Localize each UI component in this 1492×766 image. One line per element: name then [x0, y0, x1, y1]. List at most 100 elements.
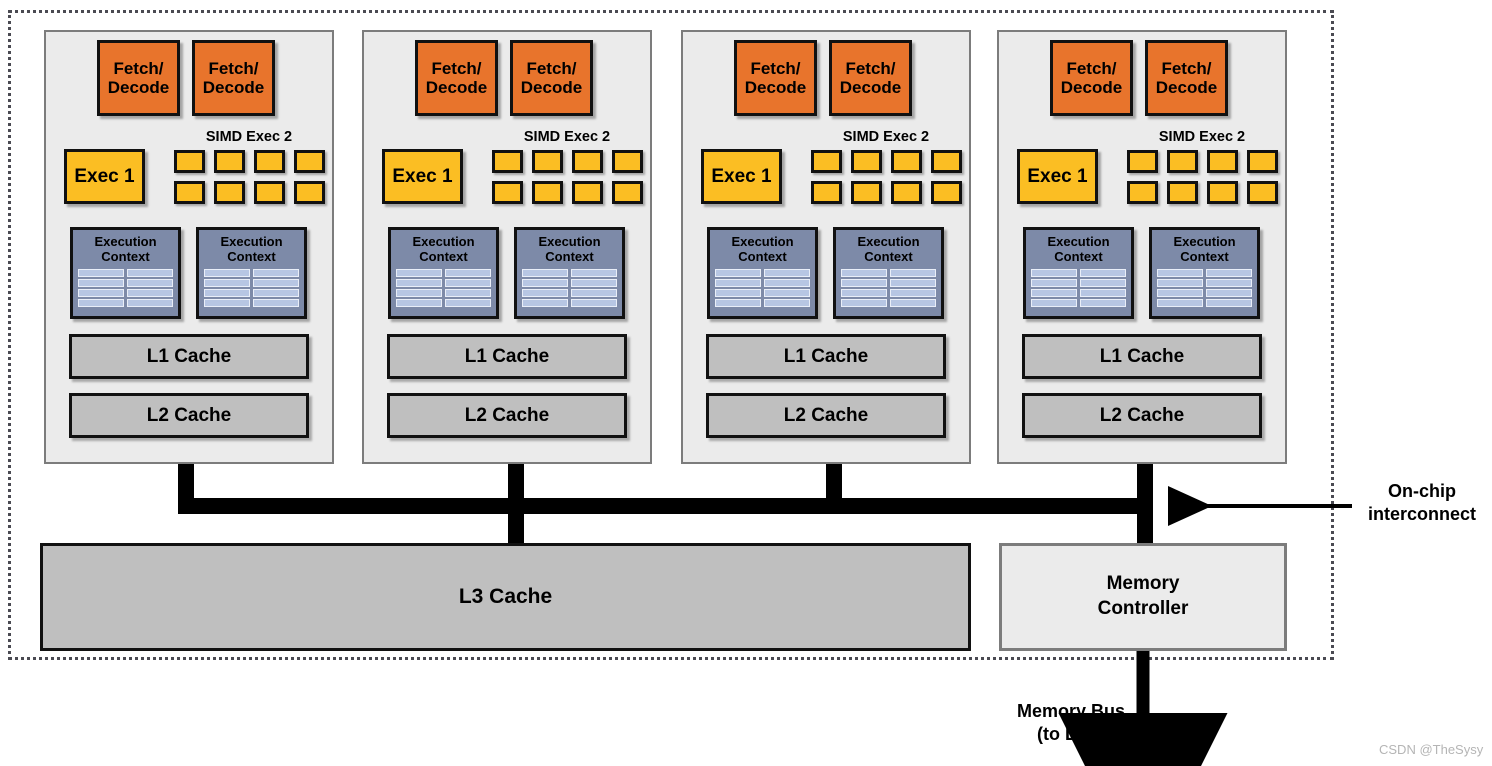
context-cell [890, 298, 936, 307]
fetch-decode-line1: Fetch/ [1161, 58, 1212, 78]
execution-context-block: Execution Context [196, 227, 307, 319]
fetch-decode-block: Fetch/ Decode [415, 40, 498, 116]
execution-context-block: Execution Context [70, 227, 181, 319]
execution-context-title: Execution Context [1047, 234, 1109, 265]
context-cell [1206, 288, 1252, 297]
simd-cell [851, 150, 882, 173]
core4-bus-stub [1137, 464, 1153, 504]
context-cell [1080, 278, 1126, 287]
fetch-decode-line1: Fetch/ [431, 58, 482, 78]
context-cell [841, 298, 887, 307]
simd-cell [294, 181, 325, 204]
context-cell [715, 278, 761, 287]
context-cell [522, 278, 568, 287]
context-cell [127, 268, 173, 277]
simd-cell [891, 150, 922, 173]
execution-context-title: Execution Context [857, 234, 919, 265]
fetch-decode-line1: Fetch/ [526, 58, 577, 78]
fetch-decode-line1: Fetch/ [208, 58, 259, 78]
execution-context-line1: Execution [94, 234, 157, 249]
simd-cell [1127, 150, 1158, 173]
simd-cell [294, 150, 325, 173]
context-cell [715, 298, 761, 307]
fetch-decode-row: Fetch/ Decode Fetch/ Decode [97, 40, 275, 116]
execution-context-grid [715, 268, 810, 307]
context-cell [445, 278, 491, 287]
simd-cell [891, 181, 922, 204]
simd-cell [572, 181, 603, 204]
execution-context-line2: Context [227, 249, 276, 265]
core2-bus-stub [508, 464, 524, 504]
execution-context-title: Execution Context [538, 234, 600, 265]
l2-cache-block: L2 Cache [69, 393, 309, 438]
context-cell [522, 288, 568, 297]
memory-bus-line2: (to DRAM) [1037, 724, 1125, 745]
execution-context-line1: Execution [731, 234, 794, 249]
context-cell [1206, 268, 1252, 277]
context-cell [1157, 298, 1203, 307]
l1-cache-block: L1 Cache [387, 334, 627, 379]
context-cell [890, 288, 936, 297]
execution-context-grid [78, 268, 173, 307]
simd-cell [174, 181, 205, 204]
context-cell [253, 288, 299, 297]
context-cell [841, 268, 887, 277]
context-cell [396, 298, 442, 307]
execution-context-block: Execution Context [514, 227, 625, 319]
fetch-decode-line1: Fetch/ [113, 58, 164, 78]
core-panel-1: Fetch/ Decode Fetch/ Decode SIMD Exec 2 … [44, 30, 334, 464]
simd-cell [1207, 181, 1238, 204]
context-cell [396, 278, 442, 287]
context-cell [571, 268, 617, 277]
core3-bus-stub [826, 464, 842, 504]
simd-cell [931, 150, 962, 173]
execution-context-line2: Context [738, 249, 787, 265]
context-cell [127, 288, 173, 297]
context-cell [1080, 268, 1126, 277]
context-cell [1206, 298, 1252, 307]
context-cell [1157, 268, 1203, 277]
context-cell [1080, 298, 1126, 307]
simd-cell [572, 150, 603, 173]
fetch-decode-line2: Decode [425, 78, 488, 97]
context-cell [1031, 268, 1077, 277]
context-cell [253, 298, 299, 307]
context-cell [1206, 278, 1252, 287]
simd-cell [214, 181, 245, 204]
context-cell [1031, 288, 1077, 297]
execution-context-title: Execution Context [220, 234, 282, 265]
execution-context-block: Execution Context [833, 227, 944, 319]
execution-context-title: Execution Context [1173, 234, 1235, 265]
execution-context-grid [1031, 268, 1126, 307]
fetch-decode-block: Fetch/ Decode [734, 40, 817, 116]
simd-cell [254, 150, 285, 173]
simd-exec-grid [174, 150, 325, 204]
simd-cell [1207, 150, 1238, 173]
context-cell [78, 278, 124, 287]
simd-cell [1247, 150, 1278, 173]
fetch-decode-block: Fetch/ Decode [1145, 40, 1228, 116]
memory-bus-line1: Memory Bus [1016, 701, 1125, 721]
context-cell [253, 268, 299, 277]
exec1-block: Exec 1 [701, 149, 782, 204]
execution-context-grid [396, 268, 491, 307]
simd-exec-label: SIMD Exec 2 [523, 129, 611, 145]
context-cell [78, 268, 124, 277]
execution-context-line1: Execution [220, 234, 283, 249]
l2-cache-block: L2 Cache [387, 393, 627, 438]
onchip-line2: interconnect [1367, 504, 1477, 525]
execution-context-line2: Context [1180, 249, 1229, 265]
simd-cell [931, 181, 962, 204]
execution-context-row: Execution Context Execution Context [388, 227, 625, 319]
simd-cell [532, 181, 563, 204]
simd-cell [1127, 181, 1158, 204]
context-cell [890, 268, 936, 277]
execution-context-line1: Execution [1047, 234, 1110, 249]
execution-context-grid [522, 268, 617, 307]
context-cell [78, 288, 124, 297]
core1-bus-stub [178, 464, 194, 504]
onchip-interconnect-label: On-chip interconnect [1358, 480, 1486, 526]
fetch-decode-line2: Decode [744, 78, 807, 97]
execution-context-grid [204, 268, 299, 307]
execution-context-title: Execution Context [412, 234, 474, 265]
